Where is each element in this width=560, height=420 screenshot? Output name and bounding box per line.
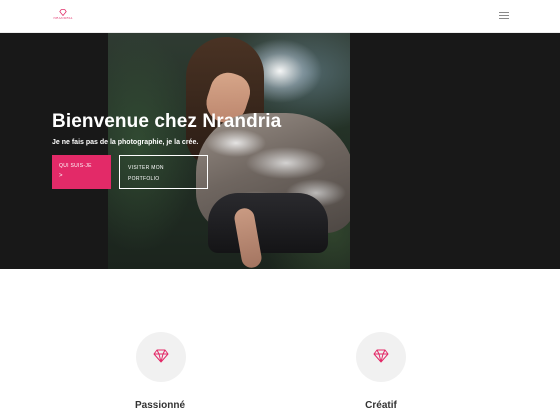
about-me-button-label: QUI SUIS-JE (59, 163, 92, 169)
hero-subtitle: Je ne fais pas de la photographie, je la… (52, 139, 199, 146)
hero-section: Bienvenue chez Nrandria Je ne fais pas d… (0, 33, 560, 269)
feature-title: Passionné (134, 400, 186, 411)
logo-text: NRANDRIA (53, 16, 73, 20)
feature-creatif-icon-circle (356, 332, 406, 382)
feature-passionne-icon-circle (136, 332, 186, 382)
diamond-icon (153, 349, 169, 363)
logo-mark-icon (59, 9, 67, 16)
hero-photo (108, 33, 350, 269)
chevron-right-icon: > (59, 173, 63, 179)
portfolio-button[interactable]: VISITER MON PORTFOLIO (119, 155, 208, 189)
hero-title: Bienvenue chez Nrandria (52, 111, 282, 132)
feature-title: Créatif (365, 400, 397, 411)
about-me-button[interactable]: QUI SUIS-JE > (52, 155, 111, 189)
diamond-icon (373, 349, 389, 363)
logo[interactable]: NRANDRIA (50, 9, 76, 23)
hamburger-menu-icon[interactable] (499, 11, 511, 21)
site-header: NRANDRIA (0, 0, 560, 33)
portfolio-button-label: VISITER MON PORTFOLIO (128, 165, 164, 182)
